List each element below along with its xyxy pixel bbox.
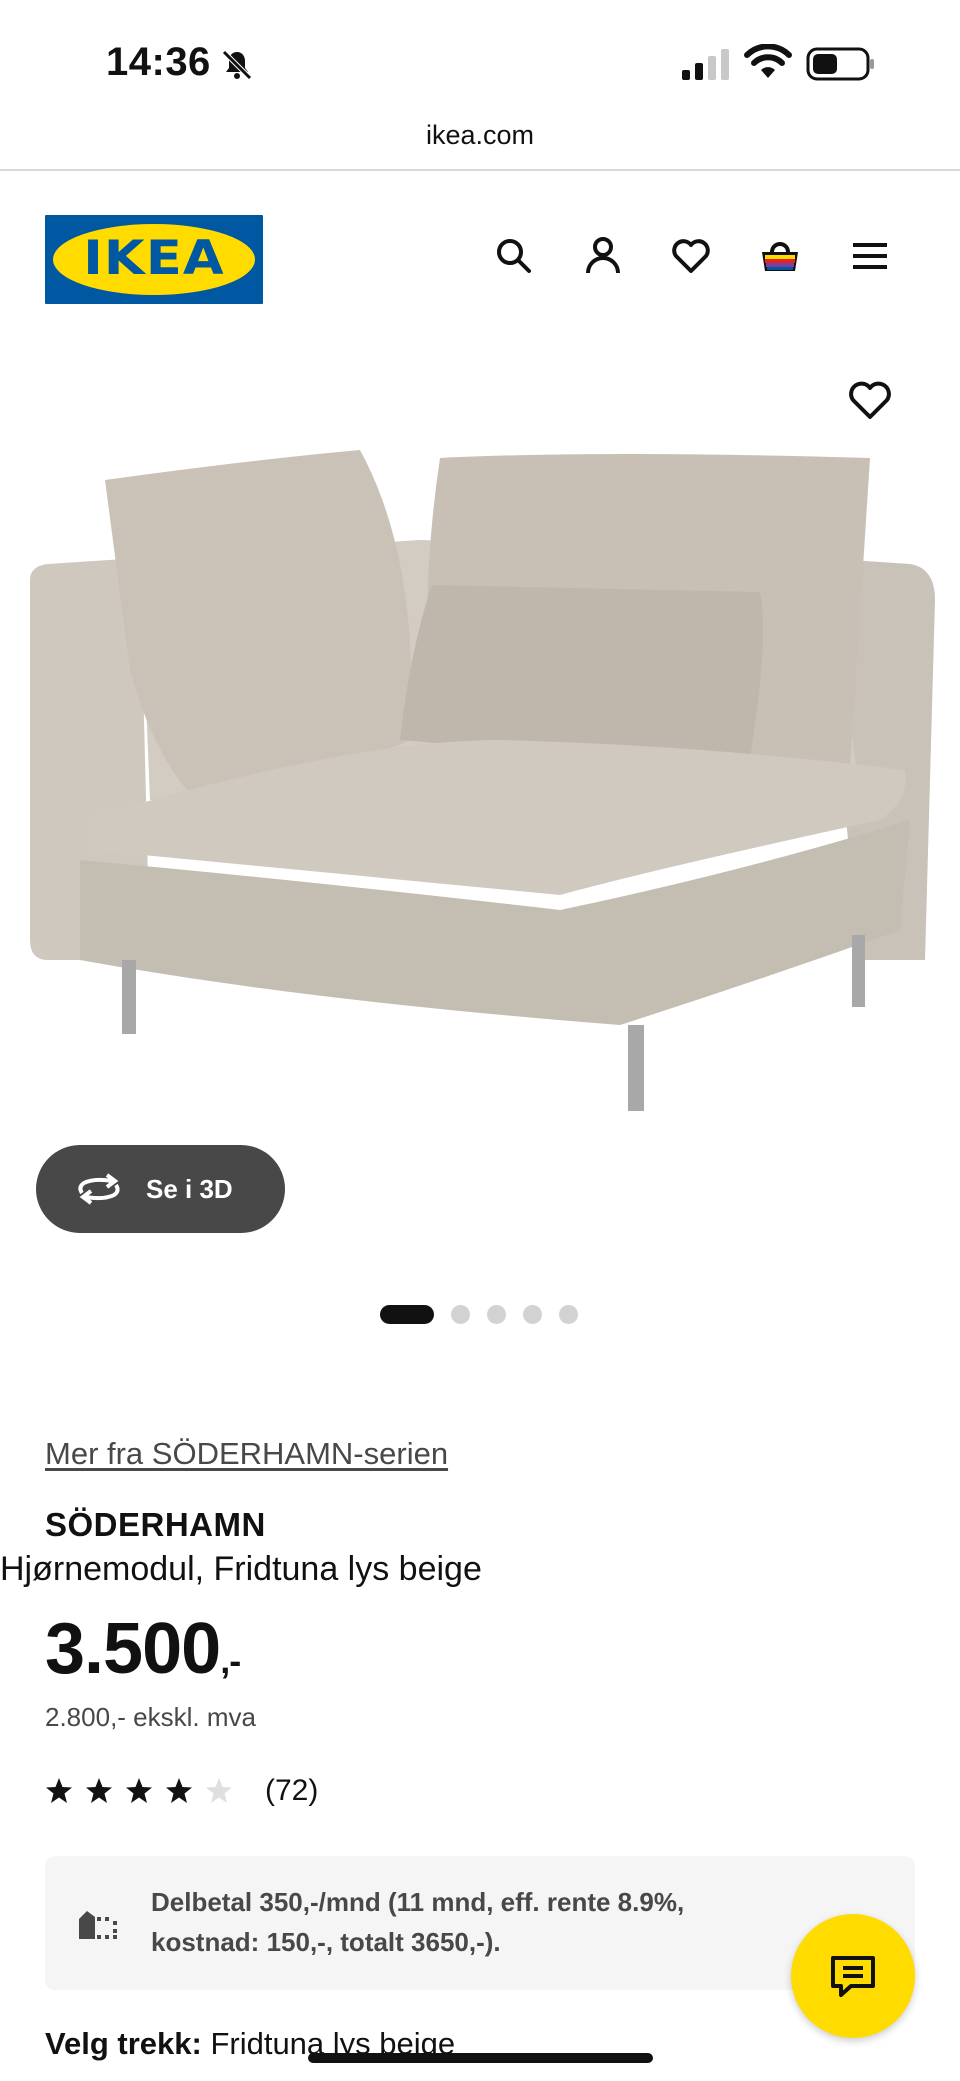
product-favourite-heart-icon[interactable] bbox=[846, 376, 894, 424]
wifi-icon bbox=[744, 44, 792, 78]
home-indicator bbox=[308, 2053, 653, 2063]
gallery-pagination bbox=[380, 1304, 578, 1324]
product-name: SÖDERHAMN bbox=[45, 1506, 266, 1543]
star-empty-icon bbox=[206, 1778, 232, 1803]
product-price: 3.500,- bbox=[45, 1608, 241, 1690]
search-icon[interactable] bbox=[490, 232, 538, 280]
rating-count: (72) bbox=[265, 1774, 319, 1807]
battery-icon bbox=[806, 47, 874, 81]
logo-text: IKEA bbox=[83, 231, 225, 286]
browser-url-bar[interactable]: ikea.com bbox=[0, 112, 960, 170]
view-in-3d-button[interactable]: Se i 3D bbox=[36, 1145, 285, 1233]
ikea-logo[interactable]: IKEA bbox=[45, 215, 263, 304]
price-suffix: ,- bbox=[220, 1640, 241, 1681]
price-excluding-vat: 2.800,- ekskl. mva bbox=[45, 1702, 256, 1732]
star-filled-icon bbox=[86, 1778, 112, 1803]
chat-bubble-icon bbox=[831, 1956, 875, 1997]
price-main: 3.500 bbox=[45, 1609, 221, 1689]
account-icon[interactable] bbox=[579, 232, 627, 280]
installment-banner[interactable]: Delbetal 350,-/mnd (11 mnd, eff. rente 8… bbox=[45, 1856, 915, 1990]
star-filled-icon bbox=[46, 1778, 72, 1803]
product-image[interactable] bbox=[0, 440, 960, 1140]
chat-button[interactable] bbox=[791, 1914, 915, 2038]
gallery-dot[interactable] bbox=[451, 1304, 470, 1324]
installment-payment-icon bbox=[79, 1911, 117, 1939]
bell-slash-icon bbox=[222, 50, 252, 80]
cover-label: Velg trekk: bbox=[45, 2026, 202, 2061]
star-filled-icon bbox=[126, 1778, 152, 1803]
series-link[interactable]: Mer fra SÖDERHAMN-serien bbox=[45, 1436, 448, 1472]
menu-hamburger-icon[interactable] bbox=[846, 232, 894, 280]
status-time: 14:36 bbox=[106, 40, 211, 84]
gallery-dot[interactable] bbox=[487, 1304, 506, 1324]
star-filled-icon bbox=[166, 1778, 192, 1803]
cellular-signal-icon bbox=[682, 49, 729, 80]
product-rating[interactable]: (72) bbox=[45, 1774, 318, 1808]
status-bar: 14:36 bbox=[0, 0, 960, 112]
shopping-bag-icon[interactable] bbox=[756, 232, 804, 280]
product-description: Hjørnemodul, Fridtuna lys beige bbox=[0, 1550, 482, 1588]
wishlist-heart-icon[interactable] bbox=[667, 232, 715, 280]
gallery-dot[interactable] bbox=[380, 1304, 434, 1324]
gallery-dot[interactable] bbox=[523, 1304, 542, 1324]
installment-text: Delbetal 350,-/mnd (11 mnd, eff. rente 8… bbox=[151, 1887, 685, 1957]
rotate-3d-icon bbox=[78, 1173, 120, 1205]
divider bbox=[0, 169, 960, 171]
gallery-dot[interactable] bbox=[559, 1304, 578, 1324]
view-in-3d-label: Se i 3D bbox=[146, 1173, 233, 1204]
